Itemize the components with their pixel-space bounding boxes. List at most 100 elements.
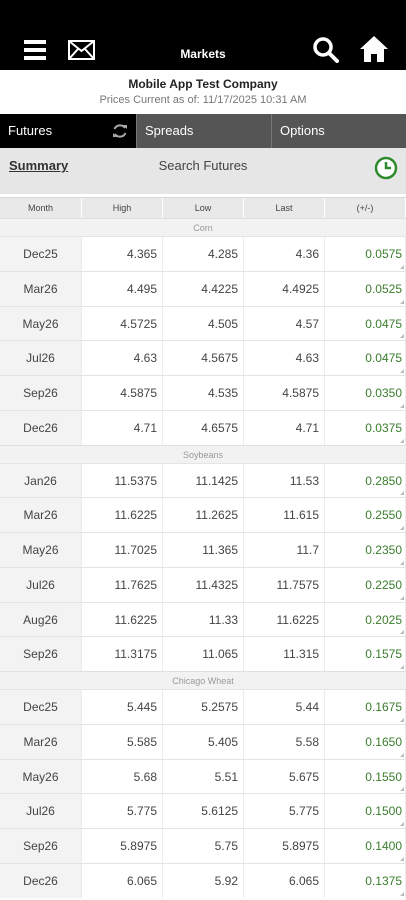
- futures-table: Corn Dec25 4.365 4.285 4.36 0.0575 Mar26 4.49…: [0, 218, 406, 898]
- last-cell: 4.36: [244, 237, 325, 271]
- last-cell: 5.775: [244, 794, 325, 828]
- company-name: Mobile App Test Company: [128, 77, 278, 91]
- month-cell: Jan26: [0, 463, 82, 498]
- last-cell: 4.71: [244, 410, 325, 445]
- month-cell: Sep26: [0, 637, 82, 671]
- month-cell: Dec25: [0, 690, 82, 724]
- column-header-last: Last: [244, 198, 325, 218]
- last-cell: 11.7575: [244, 567, 325, 602]
- low-cell: 5.2575: [163, 690, 244, 724]
- tab-spreads-label: Spreads: [145, 123, 194, 138]
- change-cell: 0.1375: [325, 863, 406, 898]
- tab-futures-label: Futures: [8, 123, 53, 138]
- change-cell: 0.2250: [325, 567, 406, 602]
- low-cell: 11.4325: [163, 567, 244, 602]
- table-row[interactable]: Dec25 5.445 5.2575 5.44 0.1675: [0, 689, 406, 724]
- column-header-low: Low: [163, 198, 244, 218]
- column-header-high: High: [82, 198, 163, 218]
- tab-futures[interactable]: Futures: [0, 114, 136, 148]
- table-row[interactable]: Sep26 11.3175 11.065 11.315 0.1575: [0, 636, 406, 671]
- table-row[interactable]: Jul26 4.63 4.5675 4.63 0.0475: [0, 340, 406, 375]
- month-cell: Mar26: [0, 271, 82, 306]
- column-header-change: (+/-): [325, 198, 406, 218]
- group-header-corn: Corn: [0, 218, 406, 236]
- page-title: Markets: [180, 47, 226, 61]
- month-cell: May26: [0, 759, 82, 794]
- high-cell: 5.775: [82, 794, 163, 828]
- month-cell: Sep26: [0, 829, 82, 863]
- low-cell: 4.4225: [163, 271, 244, 306]
- table-row[interactable]: Aug26 11.6225 11.33 11.6225 0.2025: [0, 601, 406, 637]
- change-cell: 0.2850: [325, 463, 406, 498]
- last-cell: 5.58: [244, 724, 325, 759]
- high-cell: 5.68: [82, 759, 163, 794]
- month-cell: Dec25: [0, 237, 82, 271]
- low-cell: 4.285: [163, 237, 244, 271]
- month-cell: Aug26: [0, 602, 82, 637]
- last-cell: 11.315: [244, 637, 325, 671]
- low-cell: 5.92: [163, 863, 244, 898]
- table-row[interactable]: Dec26 4.71 4.6575 4.71 0.0375: [0, 409, 406, 445]
- top-bar: Markets: [0, 0, 406, 70]
- home-icon[interactable]: [359, 35, 389, 63]
- table-row[interactable]: May26 4.5725 4.505 4.57 0.0475: [0, 305, 406, 341]
- high-cell: 4.365: [82, 237, 163, 271]
- high-cell: 11.5375: [82, 463, 163, 498]
- group-header-chicago-wheat: Chicago Wheat: [0, 671, 406, 689]
- change-cell: 0.1500: [325, 794, 406, 828]
- prices-timestamp: Prices Current as of: 11/17/2025 10:31 A…: [99, 94, 307, 106]
- low-cell: 11.2625: [163, 498, 244, 532]
- high-cell: 11.3175: [82, 637, 163, 671]
- high-cell: 11.7025: [82, 533, 163, 567]
- change-cell: 0.0475: [325, 341, 406, 375]
- last-cell: 11.7: [244, 533, 325, 567]
- table-row[interactable]: Mar26 11.6225 11.2625 11.615 0.2550: [0, 497, 406, 532]
- table-row[interactable]: Dec25 4.365 4.285 4.36 0.0575: [0, 236, 406, 271]
- low-cell: 11.065: [163, 637, 244, 671]
- low-cell: 4.6575: [163, 410, 244, 445]
- table-row[interactable]: Sep26 4.5875 4.535 4.5875 0.0350: [0, 375, 406, 410]
- search-futures-link[interactable]: Search Futures: [0, 158, 406, 173]
- last-cell: 4.4925: [244, 271, 325, 306]
- change-cell: 0.0525: [325, 271, 406, 306]
- change-cell: 0.0350: [325, 376, 406, 410]
- table-row[interactable]: Jul26 5.775 5.6125 5.775 0.1500: [0, 793, 406, 828]
- low-cell: 4.505: [163, 306, 244, 341]
- month-cell: Jul26: [0, 794, 82, 828]
- table-row[interactable]: Mar26 5.585 5.405 5.58 0.1650: [0, 723, 406, 759]
- tab-options-label: Options: [280, 123, 325, 138]
- high-cell: 11.6225: [82, 602, 163, 637]
- table-row[interactable]: Jan26 11.5375 11.1425 11.53 0.2850: [0, 462, 406, 498]
- low-cell: 5.405: [163, 724, 244, 759]
- table-row[interactable]: May26 5.68 5.51 5.675 0.1550: [0, 758, 406, 794]
- table-row[interactable]: Jul26 11.7625 11.4325 11.7575 0.2250: [0, 566, 406, 602]
- change-cell: 0.1575: [325, 637, 406, 671]
- high-cell: 4.63: [82, 341, 163, 375]
- high-cell: 5.585: [82, 724, 163, 759]
- month-cell: Dec26: [0, 410, 82, 445]
- high-cell: 4.71: [82, 410, 163, 445]
- change-cell: 0.1400: [325, 829, 406, 863]
- clock-icon[interactable]: [374, 156, 398, 180]
- table-row[interactable]: Sep26 5.8975 5.75 5.8975 0.1400: [0, 828, 406, 863]
- column-header-month: Month: [0, 198, 82, 218]
- search-icon[interactable]: [313, 37, 339, 63]
- tab-options[interactable]: Options: [271, 114, 406, 148]
- table-row[interactable]: Dec26 6.065 5.92 6.065 0.1375: [0, 862, 406, 898]
- last-cell: 11.53: [244, 463, 325, 498]
- month-cell: May26: [0, 306, 82, 341]
- high-cell: 11.7625: [82, 567, 163, 602]
- tab-bar: Futures Spreads Options: [0, 114, 406, 148]
- change-cell: 0.0375: [325, 410, 406, 445]
- change-cell: 0.1675: [325, 690, 406, 724]
- low-cell: 5.51: [163, 759, 244, 794]
- table-header: Month High Low Last (+/-): [0, 197, 406, 218]
- high-cell: 6.065: [82, 863, 163, 898]
- tab-spreads[interactable]: Spreads: [136, 114, 271, 148]
- table-row[interactable]: Mar26 4.495 4.4225 4.4925 0.0525: [0, 270, 406, 306]
- month-cell: Sep26: [0, 376, 82, 410]
- refresh-icon[interactable]: [112, 123, 128, 139]
- high-cell: 4.5725: [82, 306, 163, 341]
- last-cell: 4.5875: [244, 376, 325, 410]
- table-row[interactable]: May26 11.7025 11.365 11.7 0.2350: [0, 532, 406, 567]
